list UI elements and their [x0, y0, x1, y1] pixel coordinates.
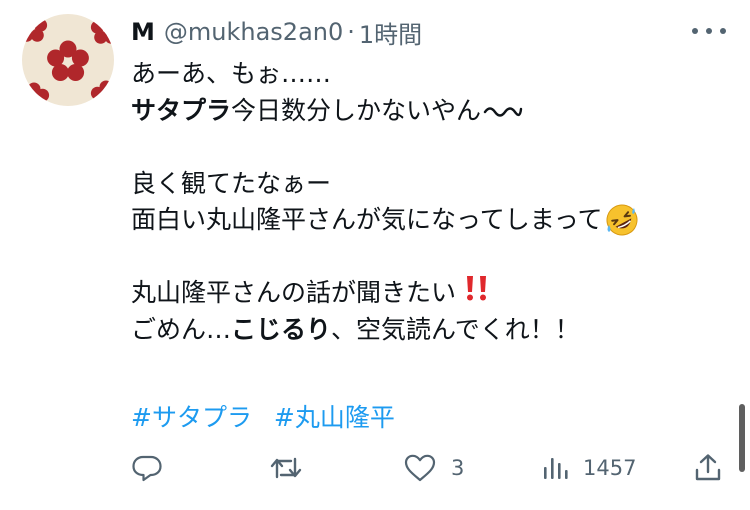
tweet-line-6-text-a: ごめん…	[131, 314, 232, 344]
action-bar: 3 1457	[131, 448, 725, 488]
tweet-line-1: あーあ、もぉ……	[131, 56, 731, 93]
user-handle[interactable]: @mukhas2an0	[164, 18, 343, 46]
share-icon	[693, 452, 723, 484]
avatar[interactable]	[22, 14, 114, 106]
tweet-line-1-text: あーあ、もぉ……	[131, 59, 332, 88]
tweet-line-6-text-c: 、空気読んでくれ！！	[331, 314, 580, 344]
scrollbar-thumb[interactable]	[739, 404, 745, 472]
tweet-line-4-text: 面白い丸山隆平さんが気になってしまって	[131, 205, 603, 234]
views-icon	[541, 453, 569, 483]
tweet-line-2-text: 今日数分しかないやん	[231, 95, 482, 125]
wavy-dash-emoji	[483, 93, 523, 130]
share-button[interactable]	[693, 448, 723, 488]
tweet-header: M @mukhas2an0 · 1時間	[131, 14, 422, 50]
double-exclamation-emoji	[462, 273, 492, 314]
like-button[interactable]: 3	[403, 448, 464, 488]
tweet-line-4: 面白い丸山隆平さんが気になってしまって	[131, 202, 731, 239]
hashtag-satapura[interactable]: #サタプラ	[131, 403, 252, 432]
like-count: 3	[451, 456, 465, 480]
rolling-on-floor-laughing-emoji	[605, 203, 639, 237]
more-dots-icon[interactable]	[692, 20, 726, 42]
display-name[interactable]: M	[131, 18, 155, 46]
bold-text-satapura: サタプラ	[131, 95, 232, 125]
tweet-line-5: 丸山隆平さんの話が聞きたい	[131, 275, 731, 312]
heart-icon	[403, 453, 437, 483]
retweet-icon	[269, 453, 303, 483]
reply-icon	[131, 453, 163, 483]
hashtag-maruyama-ryuhei[interactable]: #丸山隆平	[274, 403, 395, 432]
bold-text-kojiruri: こじるり	[231, 314, 332, 344]
tweet-card[interactable]: M @mukhas2an0 · 1時間 あーあ、もぉ…… サタプラ 今日数分しかな…	[0, 0, 750, 510]
tweet-text: あーあ、もぉ…… サタプラ 今日数分しかないやん 良く観てたなぁー 面白い丸山隆平…	[131, 56, 731, 348]
header-separator: ·	[347, 18, 355, 46]
tweet-line-5-text: 丸山隆平さんの話が聞きたい	[131, 278, 457, 307]
tweet-line-3: 良く観てたなぁー	[131, 166, 731, 203]
tweet-line-3-text: 良く観てたなぁー	[131, 168, 332, 198]
retweet-button[interactable]	[269, 448, 317, 488]
hashtag-list: #サタプラ #丸山隆平	[131, 400, 409, 436]
tweet-line-6: ごめん… こじるり 、空気読んでくれ！！	[131, 312, 731, 349]
views-count: 1457	[583, 456, 637, 480]
reply-button[interactable]	[131, 448, 177, 488]
views-button[interactable]: 1457	[541, 448, 636, 488]
tweet-line-2: サタプラ 今日数分しかないやん	[131, 93, 731, 130]
timestamp[interactable]: 1時間	[359, 15, 422, 50]
